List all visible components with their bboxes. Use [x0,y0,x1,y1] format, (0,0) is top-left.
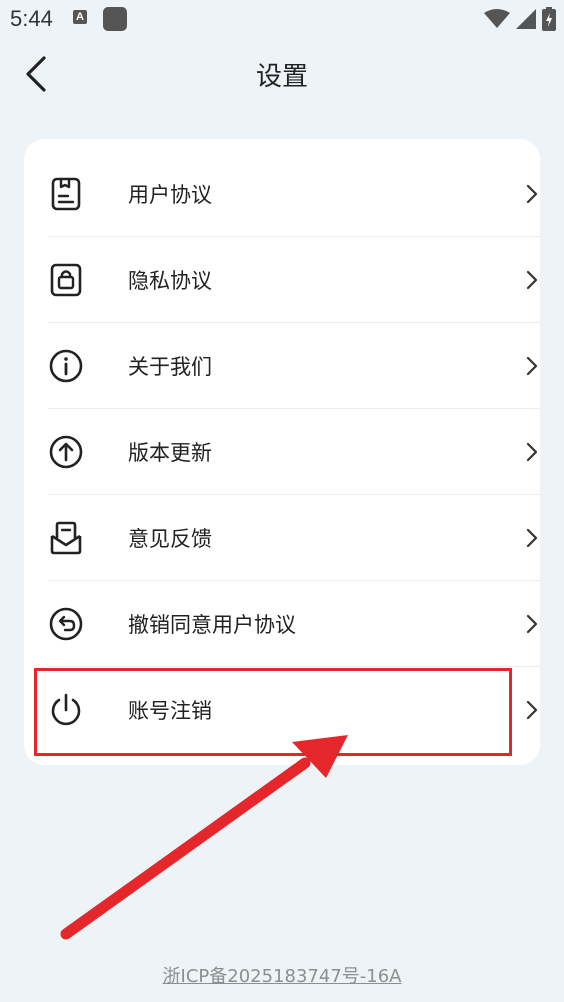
chevron-right-icon [526,270,538,290]
menu-item-version-update[interactable]: 版本更新 [48,409,540,495]
menu-item-label: 账号注销 [128,699,212,723]
battery-icon [542,7,556,31]
icp-link[interactable]: 浙ICP备2025183747号-16A [0,962,564,988]
info-icon [49,349,83,383]
menu-item-label: 关于我们 [128,355,212,379]
settings-card: 用户协议 隐私协议 关于我们 版本更新 意见反馈 撤销同意用户协议 账号注销 [24,139,540,765]
status-time: 5:44 [10,6,53,31]
menu-item-user-agreement[interactable]: 用户协议 [48,151,540,237]
notification-a-icon: A [73,10,87,24]
status-bar: 5:44 A [0,0,564,38]
chevron-right-icon [526,184,538,204]
upload-arrow-icon [49,435,83,469]
signal-icon [516,9,536,29]
status-icons [484,6,556,32]
revoke-icon [49,607,83,641]
menu-item-label: 用户协议 [128,183,212,207]
menu-item-privacy-policy[interactable]: 隐私协议 [48,237,540,323]
notification-app-icon [103,7,127,31]
menu-item-revoke-agreement[interactable]: 撤销同意用户协议 [48,581,540,667]
wifi-icon [484,9,510,28]
chevron-right-icon [526,700,538,720]
menu-item-label: 撤销同意用户协议 [128,613,296,637]
mail-feedback-icon [50,521,82,555]
menu-item-label: 隐私协议 [128,269,212,293]
menu-item-label: 意见反馈 [128,527,212,551]
chevron-right-icon [526,614,538,634]
page-title: 设置 [255,62,308,92]
header: 设置 [0,38,564,110]
chevron-right-icon [526,442,538,462]
chevron-right-icon [526,356,538,376]
menu-item-about-us[interactable]: 关于我们 [48,323,540,409]
document-icon [51,177,81,211]
menu-item-feedback[interactable]: 意见反馈 [48,495,540,581]
power-icon [51,693,81,726]
lock-icon [50,263,82,297]
menu-item-label: 版本更新 [128,441,212,465]
chevron-right-icon [526,528,538,548]
menu-item-delete-account[interactable]: 账号注销 [48,667,540,753]
